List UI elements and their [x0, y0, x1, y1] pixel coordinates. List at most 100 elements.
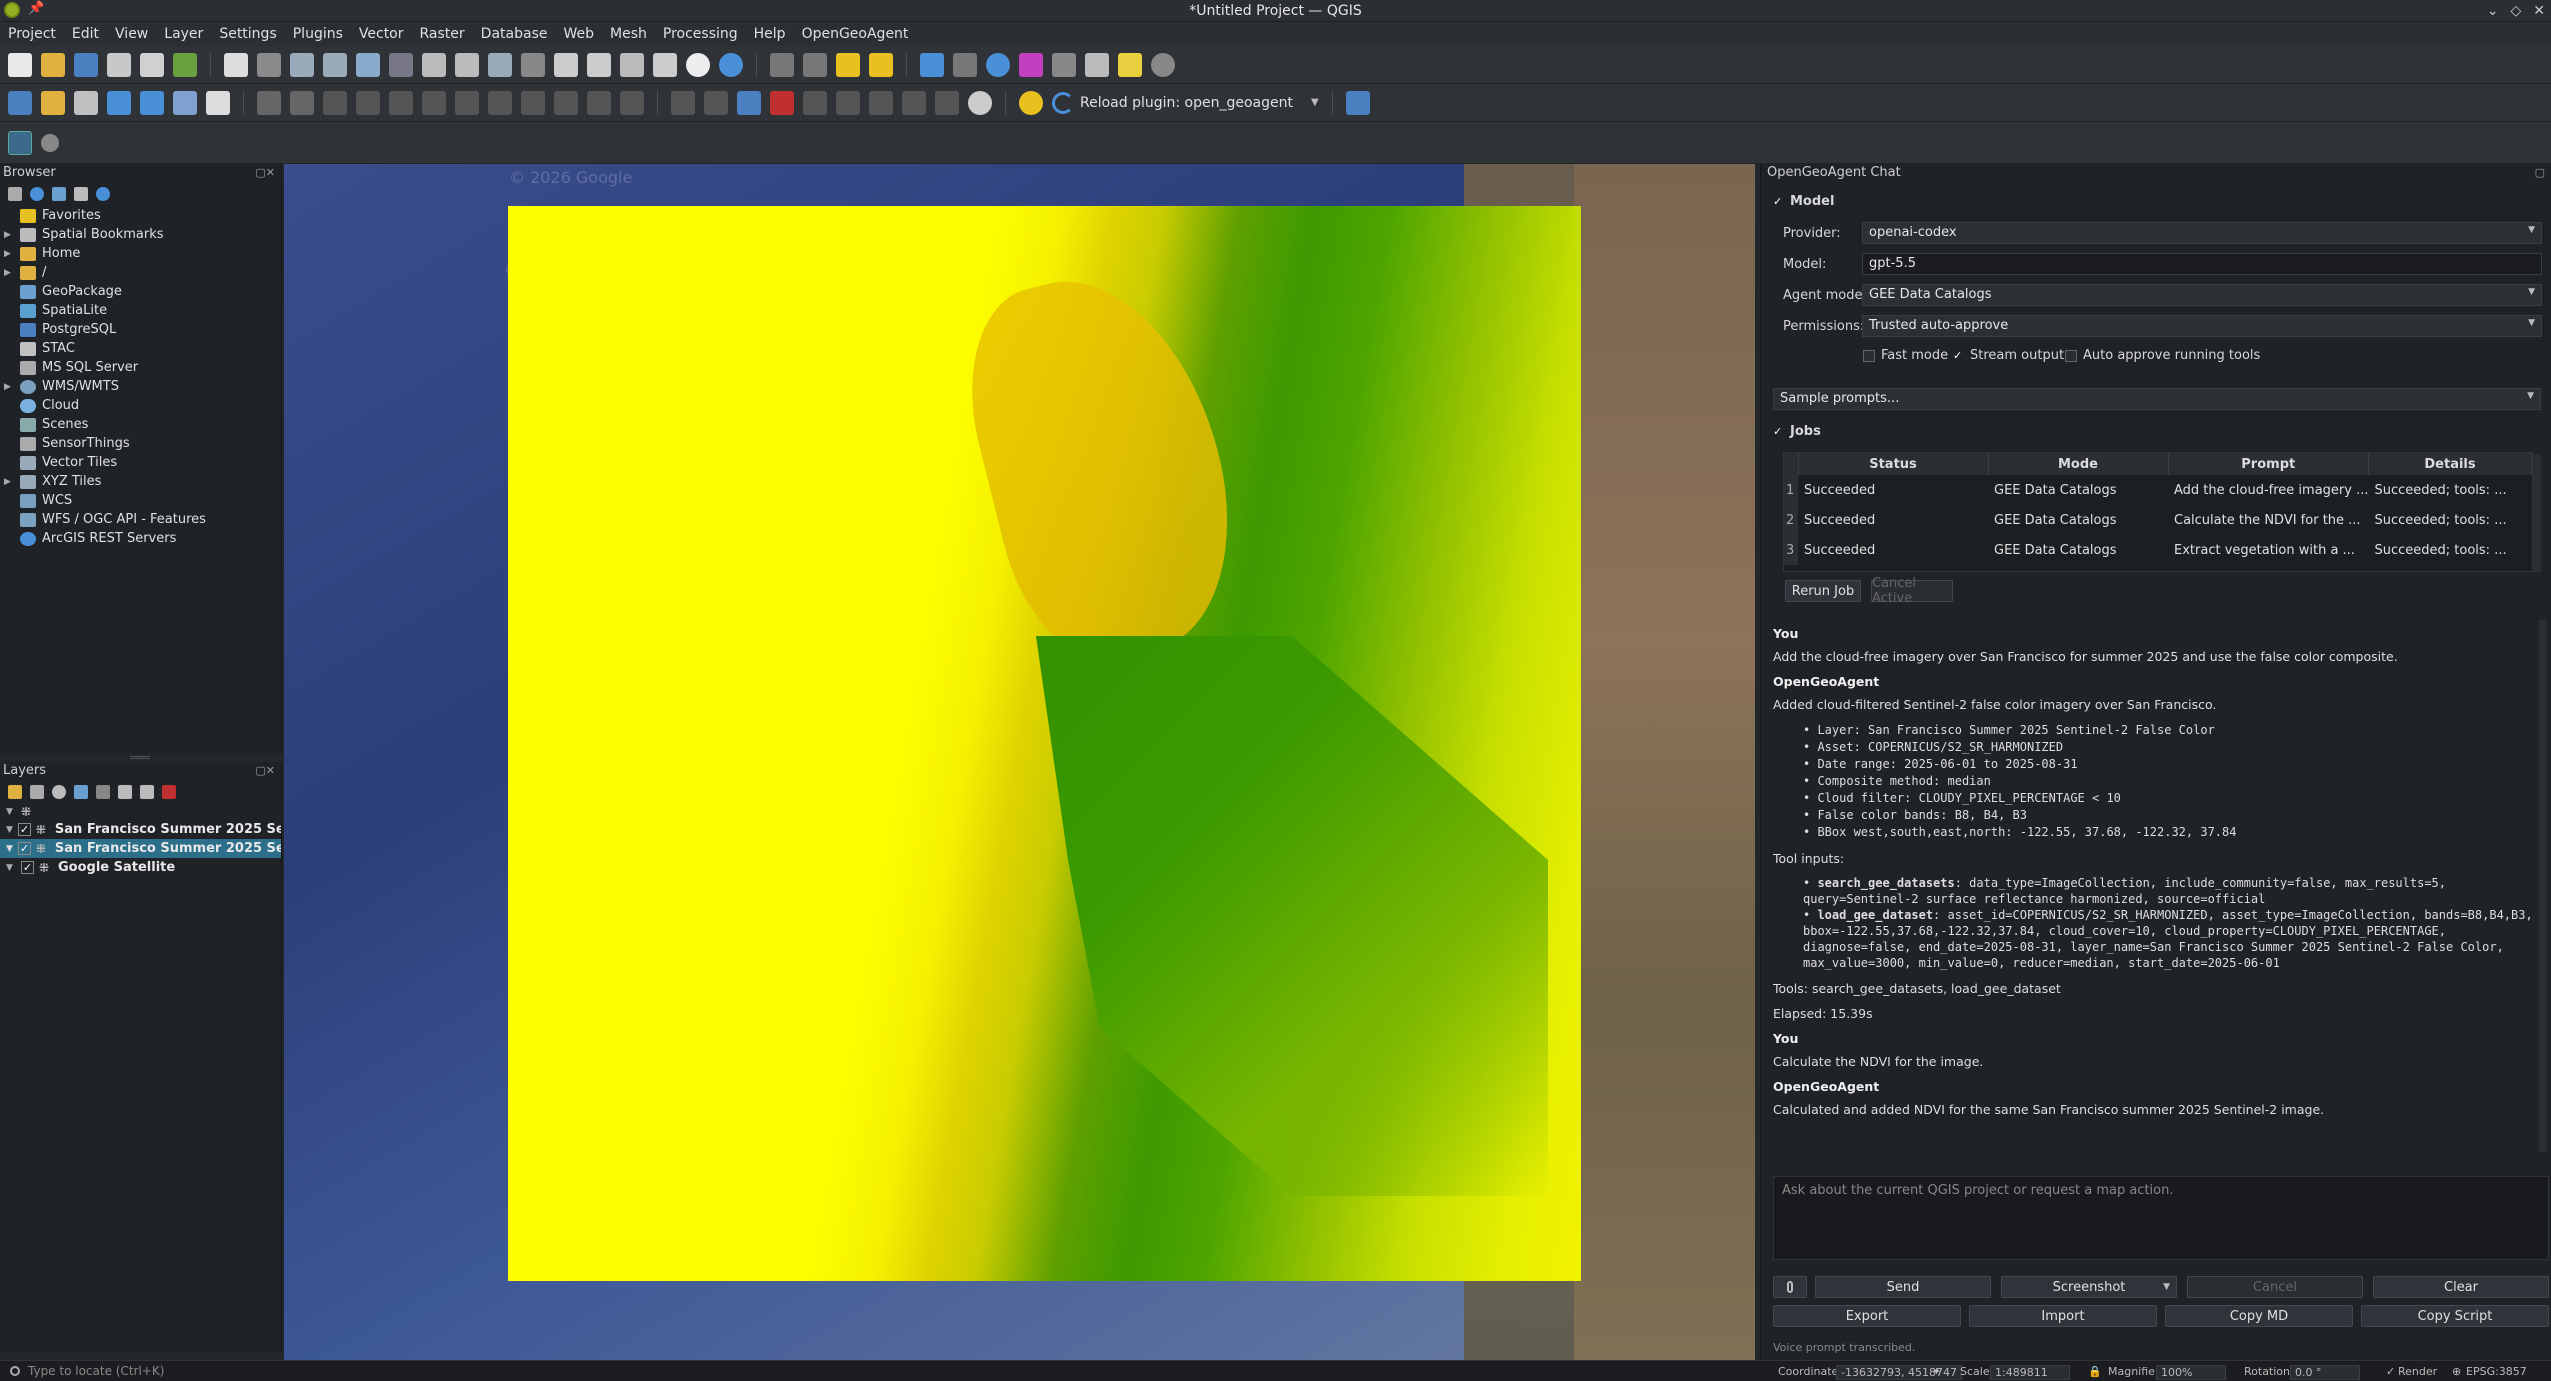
- menu-layer[interactable]: Layer: [164, 26, 203, 42]
- menu-settings[interactable]: Settings: [219, 26, 276, 42]
- delete-feature-icon[interactable]: [455, 90, 479, 115]
- layer-group-row[interactable]: ▼ ⁜: [0, 804, 281, 820]
- browser-item-home[interactable]: ▶ Home: [4, 244, 281, 263]
- chevron-down-icon[interactable]: ▼: [2163, 1282, 2170, 1292]
- coordinate-field[interactable]: -13632793, 4518747: [1836, 1365, 1962, 1380]
- magnifier-field[interactable]: 100%: [2156, 1365, 2226, 1380]
- expand-arrow-icon[interactable]: ▶: [4, 268, 14, 278]
- screenshot-button[interactable]: Screenshot ▼: [2001, 1276, 2177, 1298]
- locator-bar[interactable]: Type to locate (Ctrl+K): [0, 1360, 282, 1381]
- browser-item-sensorthings[interactable]: SensorThings: [4, 434, 281, 453]
- copy-md-button[interactable]: Copy MD: [2165, 1305, 2353, 1327]
- collapse-all-icon[interactable]: [140, 785, 154, 799]
- fast-mode-checkbox[interactable]: [1863, 349, 1875, 362]
- add-feature-icon[interactable]: [389, 90, 413, 115]
- refresh-icon[interactable]: [30, 187, 44, 201]
- label-diagram-icon[interactable]: [935, 90, 959, 115]
- pan-to-selection-icon[interactable]: [257, 52, 281, 77]
- open-project-icon[interactable]: [41, 52, 65, 77]
- new-virtual-layer-icon[interactable]: [173, 90, 197, 115]
- browser-item-wcs[interactable]: WCS: [4, 491, 281, 510]
- permissions-select[interactable]: Trusted auto-approve ▼: [1862, 315, 2542, 337]
- table-row[interactable]: 2 Succeeded GEE Data Catalogs Calculate …: [1784, 505, 2532, 535]
- label-highlight-icon[interactable]: [737, 90, 761, 115]
- provider-select[interactable]: openai-codex ▼: [1862, 222, 2542, 244]
- open-field-calculator-icon[interactable]: [953, 52, 977, 77]
- reload-plugin-button[interactable]: Reload plugin: open_geoagent ▼: [1052, 91, 1319, 114]
- measure-icon[interactable]: [1085, 52, 1109, 77]
- clear-button[interactable]: Clear: [2373, 1276, 2549, 1298]
- chevron-down-icon[interactable]: ▼: [1311, 97, 1319, 108]
- auto-approve-option[interactable]: Auto approve running tools: [2065, 348, 2260, 363]
- identify-icon[interactable]: [770, 52, 794, 77]
- zoom-out-icon[interactable]: [323, 52, 347, 77]
- attribute-table-icon[interactable]: [1052, 52, 1076, 77]
- panel-close-icon[interactable]: ▢✕: [255, 764, 275, 777]
- browser-item-spatialite[interactable]: SpatiaLite: [4, 301, 281, 320]
- menu-raster[interactable]: Raster: [420, 26, 465, 42]
- zoom-layer-icon[interactable]: [455, 52, 479, 77]
- filter-icon[interactable]: [52, 187, 66, 201]
- scale-select[interactable]: 1:489811: [1990, 1365, 2070, 1380]
- add-group-icon[interactable]: [30, 785, 44, 799]
- new-3d-view-icon[interactable]: [587, 52, 611, 77]
- browser-item-geopackage[interactable]: GeoPackage: [4, 282, 281, 301]
- sample-prompts-select[interactable]: Sample prompts... ▼: [1773, 388, 2541, 410]
- style-manager-icon[interactable]: [173, 52, 197, 77]
- browser-item-root[interactable]: ▶ /: [4, 263, 281, 282]
- label-change-icon[interactable]: [869, 90, 893, 115]
- menu-opengeoagent[interactable]: OpenGeoAgent: [802, 26, 909, 42]
- panel-close-icon[interactable]: ▢✕: [255, 166, 275, 179]
- globe-icon[interactable]: [968, 90, 992, 115]
- style-icon[interactable]: [8, 785, 22, 799]
- cut-feature-icon[interactable]: [488, 90, 512, 115]
- browser-item-arcgis-rest[interactable]: ArcGIS REST Servers: [4, 529, 281, 548]
- vertex-tool-icon[interactable]: [356, 90, 380, 115]
- open-attribute-table-icon[interactable]: [803, 52, 827, 77]
- locator-input[interactable]: Type to locate (Ctrl+K): [28, 1364, 164, 1378]
- table-row[interactable]: 3 Succeeded GEE Data Catalogs Extract ve…: [1784, 535, 2532, 565]
- remove-layer-icon[interactable]: [162, 785, 176, 799]
- zoom-selection-icon[interactable]: [422, 52, 446, 77]
- expand-all-icon[interactable]: [118, 785, 132, 799]
- menu-plugins[interactable]: Plugins: [293, 26, 343, 42]
- rerun-job-button[interactable]: Rerun Job: [1785, 580, 1861, 602]
- panel-float-icon[interactable]: ▢: [2535, 166, 2545, 179]
- browser-item-wfs[interactable]: WFS / OGC API - Features: [4, 510, 281, 529]
- paste-feature-icon[interactable]: [554, 90, 578, 115]
- send-button[interactable]: Send: [1815, 1276, 1991, 1298]
- minimize-icon[interactable]: ⌄: [2487, 3, 2499, 19]
- browser-item-wms[interactable]: ▶ WMS/WMTS: [4, 377, 281, 396]
- bookmark-icon[interactable]: [620, 52, 644, 77]
- panel-splitter[interactable]: [130, 756, 150, 759]
- label-blocked-icon[interactable]: [770, 90, 794, 115]
- model-section-toggle[interactable]: ✓ Model: [1773, 194, 1834, 209]
- open-data-source-manager-icon[interactable]: [8, 90, 32, 115]
- auto-approve-checkbox[interactable]: [2065, 349, 2077, 362]
- maximize-icon[interactable]: ◇: [2510, 3, 2521, 19]
- map-tips-icon[interactable]: [1118, 52, 1142, 77]
- zoom-in-icon[interactable]: [290, 52, 314, 77]
- menu-edit[interactable]: Edit: [72, 26, 99, 42]
- model-input[interactable]: gpt-5.5: [1862, 253, 2542, 275]
- new-project-icon[interactable]: [8, 52, 32, 77]
- save-edits-icon[interactable]: [290, 90, 314, 115]
- import-button[interactable]: Import: [1969, 1305, 2157, 1327]
- zoom-native-icon[interactable]: [488, 52, 512, 77]
- zoom-full-icon[interactable]: [356, 52, 380, 77]
- browser-item-favorites[interactable]: Favorites: [4, 206, 281, 225]
- new-memory-layer-icon[interactable]: [140, 90, 164, 115]
- add-selected-layers-icon[interactable]: [8, 187, 22, 201]
- expand-arrow-icon[interactable]: ▶: [4, 477, 14, 487]
- redo-icon[interactable]: [620, 90, 644, 115]
- pan-icon[interactable]: [224, 52, 248, 77]
- menu-processing[interactable]: Processing: [663, 26, 738, 42]
- select-by-value-icon[interactable]: [869, 52, 893, 77]
- digitize-icon[interactable]: [323, 90, 347, 115]
- expand-arrow-icon[interactable]: ▼: [6, 807, 16, 817]
- zoom-rubberband-icon[interactable]: [389, 52, 413, 77]
- export-button[interactable]: Export: [1773, 1305, 1961, 1327]
- menu-project[interactable]: Project: [8, 26, 56, 42]
- collapse-all-icon[interactable]: [74, 187, 88, 201]
- transcript-scrollbar[interactable]: [2539, 620, 2547, 1152]
